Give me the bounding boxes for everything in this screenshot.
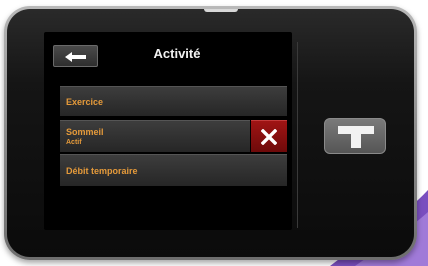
menu-item-exercise[interactable]: Exercice <box>60 86 287 116</box>
menu-item-status: Actif <box>66 139 82 146</box>
screen-divider <box>297 42 298 228</box>
menu-item-label: Sommeil <box>66 127 104 137</box>
pump-ui-scene: Activité Exercice Sommeil Actif Débit te… <box>0 0 428 266</box>
menu-item-temp-basal[interactable]: Débit temporaire <box>60 154 287 186</box>
left-arrow-icon <box>65 52 86 62</box>
close-x-icon <box>261 129 277 145</box>
t-logo-icon <box>338 126 374 148</box>
menu-item-sleep[interactable]: Sommeil Actif <box>60 120 250 152</box>
menu-item-label: Exercice <box>66 97 104 107</box>
menu-item-label: Débit temporaire <box>66 166 138 176</box>
back-button[interactable] <box>53 45 98 67</box>
home-t-button[interactable] <box>324 118 386 154</box>
stop-sleep-button[interactable] <box>251 120 287 152</box>
screen-title: Activité <box>153 46 201 61</box>
device-top-notch <box>204 9 238 12</box>
